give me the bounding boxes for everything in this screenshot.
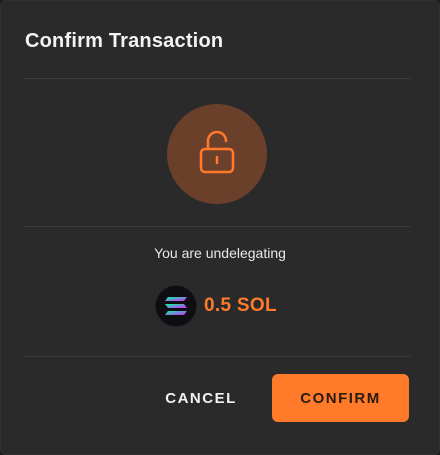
divider: [25, 356, 410, 357]
divider: [25, 78, 410, 79]
lock-icon-circle: [167, 104, 267, 204]
cancel-button[interactable]: CANCEL: [152, 374, 250, 422]
divider: [25, 226, 410, 227]
confirm-transaction-dialog: Confirm Transaction You are undelegating: [0, 0, 440, 455]
unlock-icon: [195, 127, 239, 182]
undelegating-text: You are undelegating: [154, 245, 286, 261]
confirm-button[interactable]: CONFIRM: [272, 374, 409, 422]
dialog-title: Confirm Transaction: [25, 30, 224, 52]
amount-row: 0.5 SOL: [156, 286, 277, 326]
solana-icon: [156, 286, 196, 326]
amount-value: 0.5 SOL: [204, 295, 277, 316]
